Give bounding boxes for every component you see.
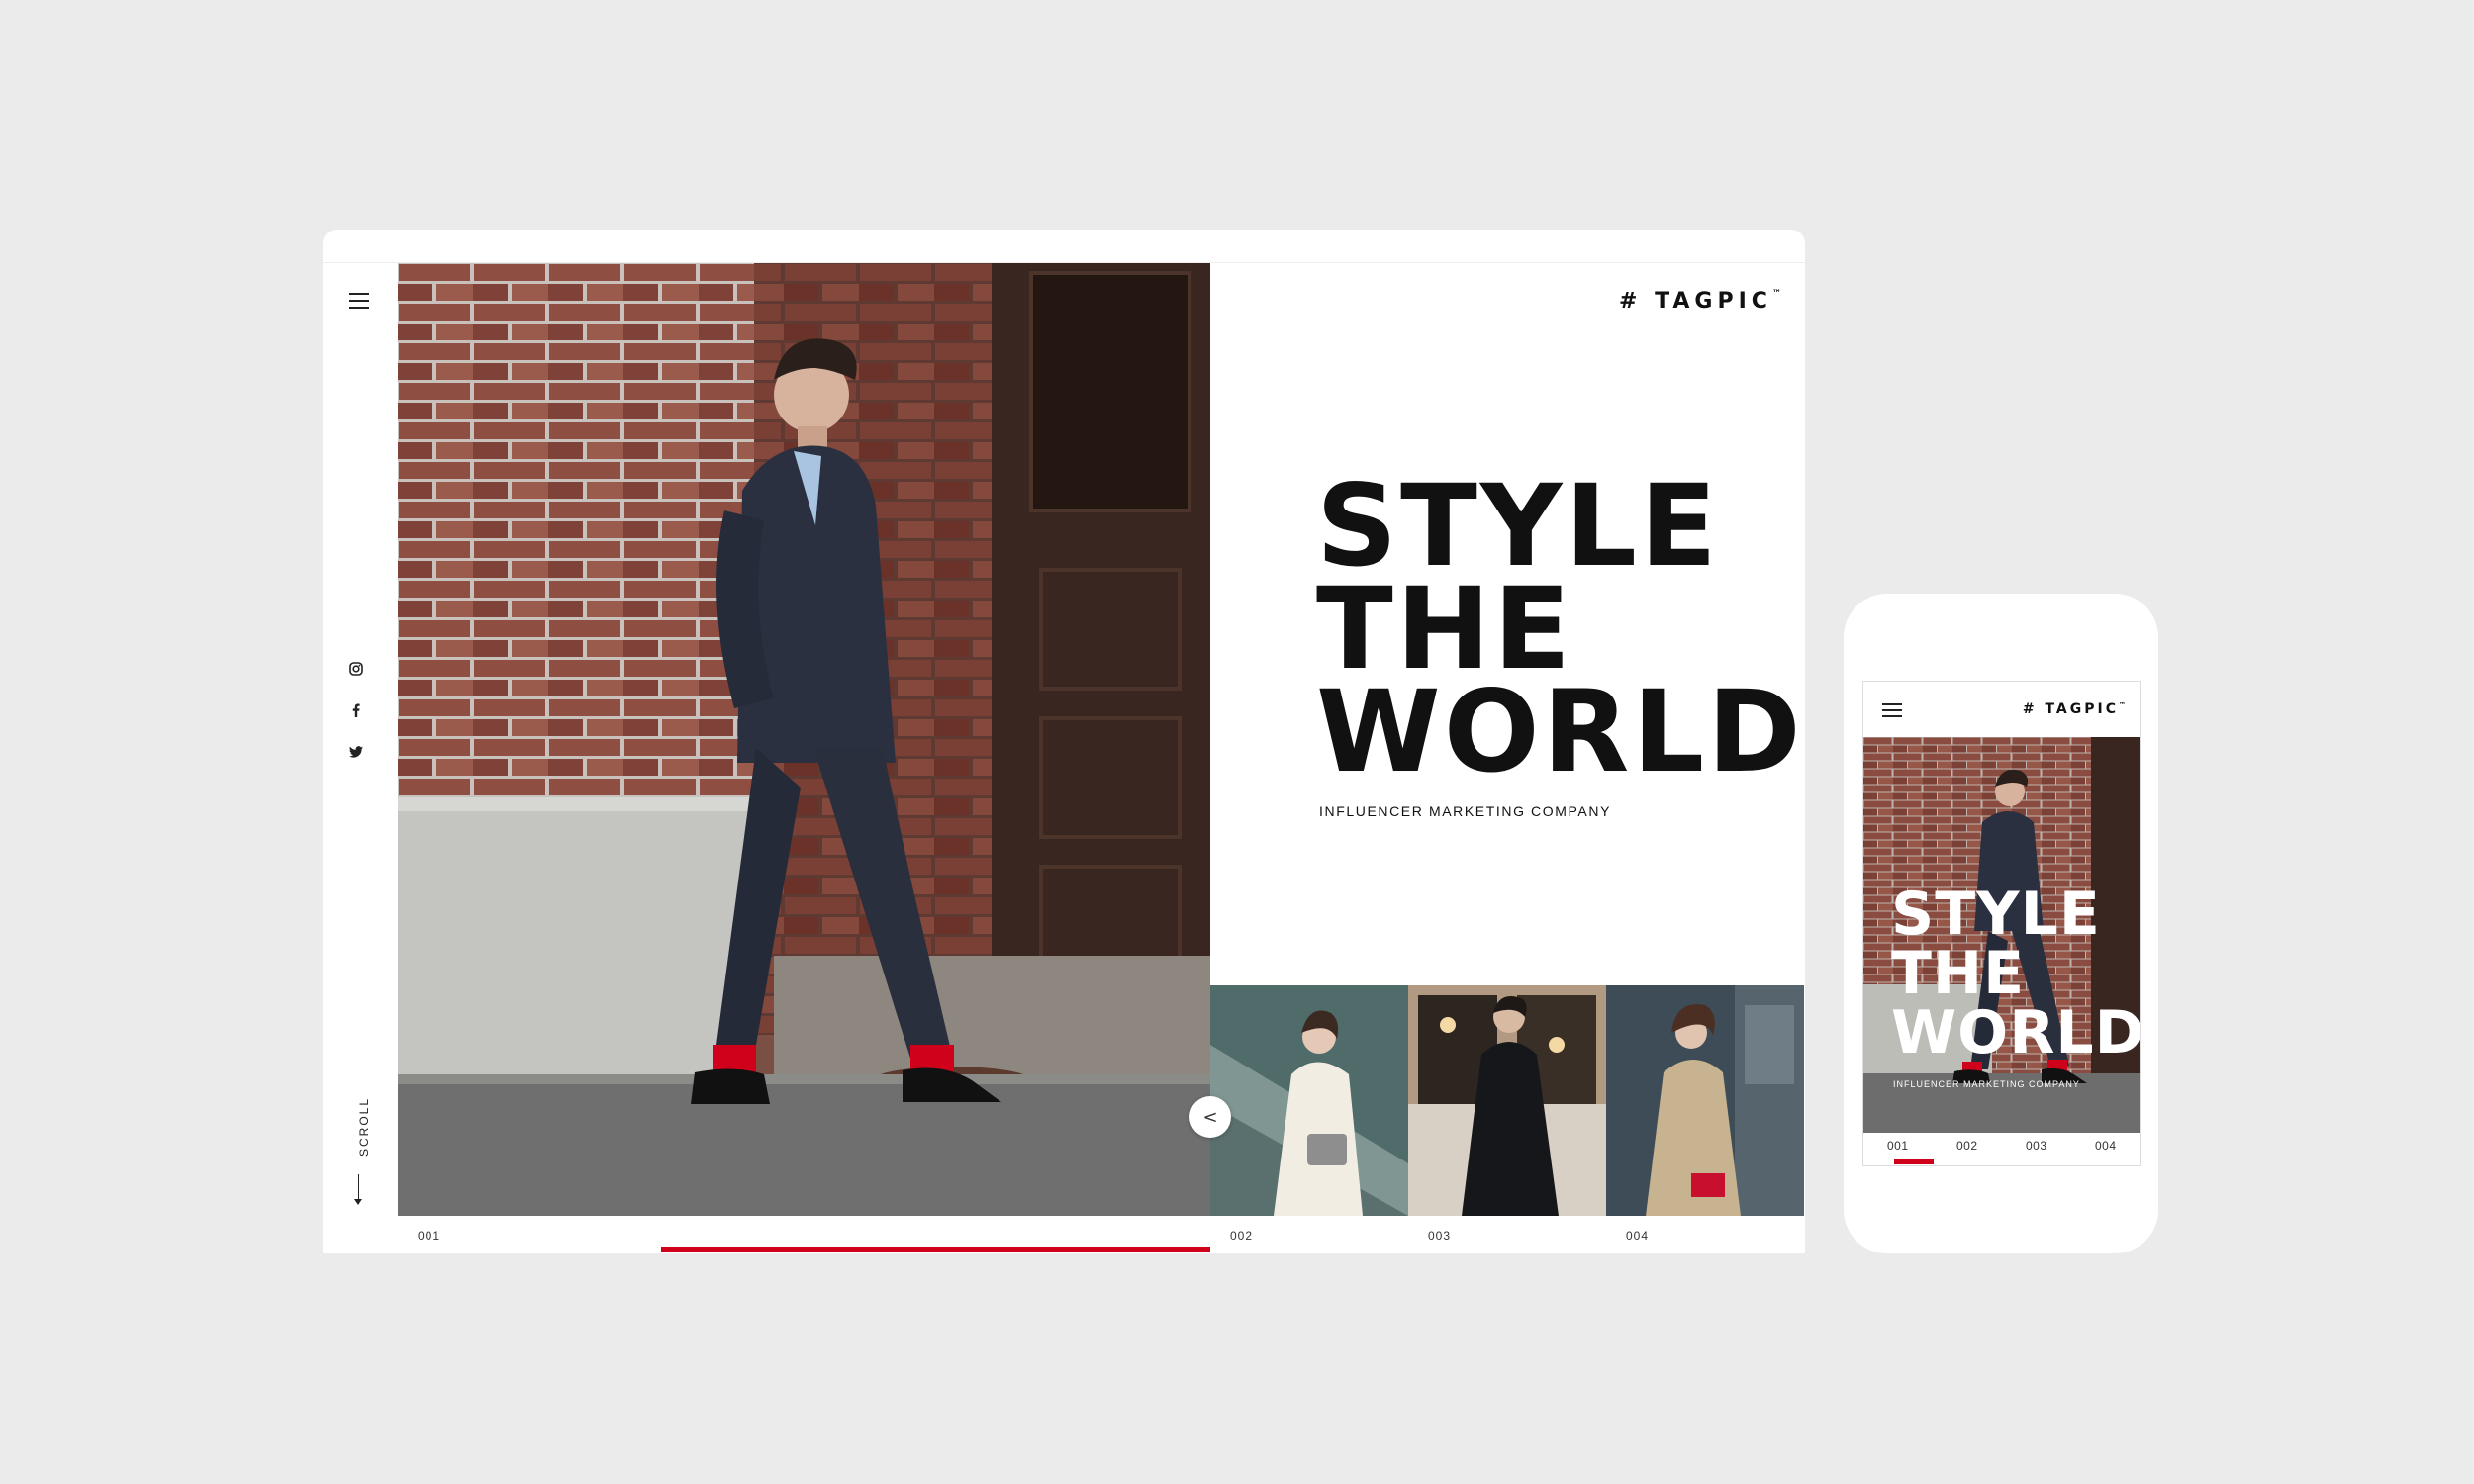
- tagpic-logo[interactable]: # TAGPIC™: [1619, 289, 1781, 314]
- browser-top-bar: [323, 230, 1805, 263]
- scroll-down-arrow-icon: [354, 1199, 362, 1205]
- desktop-browser-frame: SCROLL # TAGPIC™ STYLE THE WORLD INFLUEN…: [323, 230, 1805, 1253]
- mobile-headline-line-1: STYLE: [1891, 880, 2101, 949]
- hero-headline: STYLE THE WORLD: [1316, 470, 1804, 797]
- mobile-slide-indicator-004[interactable]: 004: [2095, 1139, 2117, 1153]
- hero-photo-illustration: [398, 263, 1210, 1216]
- slide-thumbnails: [1210, 985, 1805, 1216]
- mobile-screen: # TAGPIC™ STYLE THE WORLD INFLUENCER MAR…: [1862, 681, 2141, 1166]
- mobile-slide-indicator-002[interactable]: 002: [1956, 1139, 1978, 1153]
- slide-thumbnail-002[interactable]: [1210, 985, 1408, 1216]
- social-links: [348, 661, 370, 786]
- twitter-icon[interactable]: [348, 744, 364, 760]
- slide-indicator-002[interactable]: 002: [1230, 1229, 1253, 1243]
- mobile-headline-line-2: THE: [1891, 939, 2026, 1008]
- facebook-icon[interactable]: [348, 702, 364, 718]
- mobile-hero-tagline: INFLUENCER MARKETING COMPANY: [1893, 1079, 2080, 1089]
- slide-thumbnail-003[interactable]: [1408, 985, 1606, 1216]
- mobile-hero-headline: STYLE THE WORLD: [1891, 880, 2141, 1067]
- hero-photo: [398, 263, 1210, 1216]
- slide-indicator-003[interactable]: 003: [1428, 1229, 1451, 1243]
- mobile-logo-text: # TAGPIC: [2022, 701, 2119, 717]
- slide-progress-bar: [661, 1247, 1210, 1252]
- mobile-tagpic-logo[interactable]: # TAGPIC™: [2023, 701, 2126, 717]
- mobile-slide-indicator-003[interactable]: 003: [2026, 1139, 2047, 1153]
- hamburger-menu-icon[interactable]: [349, 293, 369, 309]
- mobile-slide-progress-bar: [1894, 1159, 1934, 1164]
- scroll-label: SCROLL: [357, 1096, 371, 1157]
- mobile-logo-trademark: ™: [2119, 701, 2126, 709]
- mobile-slide-indicators: 001 002 003 004: [1863, 1137, 2140, 1160]
- mobile-hamburger-menu-icon[interactable]: [1882, 703, 1902, 718]
- slide-thumbnail-004[interactable]: [1606, 985, 1804, 1216]
- headline-line-3: WORLD: [1316, 666, 1804, 797]
- logo-trademark: ™: [1771, 289, 1781, 299]
- slide-indicator-001[interactable]: 001: [418, 1229, 440, 1243]
- mobile-phone-frame: # TAGPIC™ STYLE THE WORLD INFLUENCER MAR…: [1844, 594, 2158, 1253]
- mobile-headline-line-3: WORLD: [1891, 998, 2141, 1067]
- previous-slide-button[interactable]: <: [1189, 1096, 1231, 1138]
- instagram-icon[interactable]: [348, 661, 364, 677]
- hero-tagline: INFLUENCER MARKETING COMPANY: [1319, 803, 1612, 819]
- logo-text: # TAGPIC: [1619, 289, 1772, 314]
- slide-indicator-004[interactable]: 004: [1626, 1229, 1649, 1243]
- mobile-hero-photo: STYLE THE WORLD INFLUENCER MARKETING COM…: [1863, 737, 2141, 1133]
- mobile-slide-indicator-001[interactable]: 001: [1887, 1139, 1909, 1153]
